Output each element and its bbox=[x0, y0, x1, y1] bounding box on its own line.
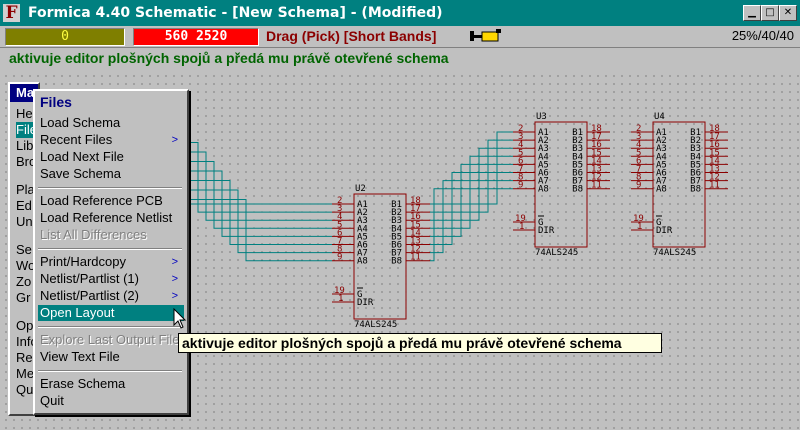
pin-number: 1 bbox=[637, 222, 642, 232]
menu-item-erase-schema[interactable]: Erase Schema bbox=[40, 376, 182, 392]
chip-u3: U374ALS2452 A1 18B13 A2 17B24 A3 16B35 A4 15B46 A… bbox=[513, 112, 610, 258]
zoom-status: 25%/40/40 bbox=[731, 28, 794, 43]
pin-label: B8 bbox=[391, 257, 402, 267]
wire bbox=[185, 199, 332, 262]
wire bbox=[430, 180, 513, 254]
pin-label: B8 bbox=[572, 185, 583, 195]
chip-ref: U4 bbox=[654, 112, 665, 122]
mode-status: Drag (Pick) [Short Bands] bbox=[266, 28, 437, 44]
pin-label: DIR bbox=[357, 298, 374, 308]
pin-label: DIR bbox=[538, 226, 555, 236]
maximize-button[interactable]: □ bbox=[761, 5, 779, 21]
title-bar: F Formica 4.40 Schematic - [New Schema] … bbox=[0, 0, 800, 26]
minimize-button[interactable]: ▁ bbox=[743, 5, 761, 21]
pin-number: 1 bbox=[519, 222, 524, 232]
pin-number: 11 bbox=[410, 253, 421, 263]
menu-item-explore-last-output-file: Explore Last Output File bbox=[40, 332, 180, 347]
menu-item-load-reference-netlist[interactable]: Load Reference Netlist bbox=[40, 210, 182, 226]
chip-u2: U274ALS2452 A1 18B13 A2 17B24 A3 16B35 A4 15B46 A… bbox=[332, 184, 430, 330]
pin-label: A8 bbox=[538, 185, 549, 195]
wire bbox=[185, 132, 332, 205]
wire bbox=[430, 172, 513, 245]
menu-item-load-reference-pcb[interactable]: Load Reference PCB bbox=[40, 193, 182, 209]
chips: U274ALS2452 A1 18B13 A2 17B24 A3 16B35 A4 15B46 A… bbox=[332, 112, 728, 330]
status-toolbar: 0 560 2520 Drag (Pick) [Short Bands] 25%… bbox=[0, 26, 800, 46]
wire bbox=[430, 163, 513, 237]
menu-item-recent-files[interactable]: Recent Files > bbox=[40, 132, 182, 148]
wire bbox=[185, 161, 332, 229]
zero-indicator: 0 bbox=[5, 28, 125, 46]
files-menu-header: Files bbox=[40, 94, 72, 110]
drag-tool-icon[interactable] bbox=[470, 29, 502, 43]
menu-separator bbox=[38, 370, 182, 372]
pin-label: A8 bbox=[656, 185, 667, 195]
menu-separator bbox=[38, 326, 182, 328]
window-title: Formica 4.40 Schematic - [New Schema] - … bbox=[28, 5, 443, 21]
chip-part: 74ALS245 bbox=[354, 320, 397, 330]
wires bbox=[185, 131, 513, 262]
wire bbox=[430, 131, 513, 205]
wire bbox=[185, 151, 332, 221]
files-menu: Files Load Schema Recent Files > Load Nex… bbox=[33, 89, 189, 415]
menu-item-print-hardcopy[interactable]: Print/Hardcopy > bbox=[40, 254, 182, 270]
mouse-pointer-icon bbox=[173, 308, 187, 329]
pin-label: B8 bbox=[690, 185, 701, 195]
pin-number: 9 bbox=[518, 181, 523, 191]
chip-part: 74ALS245 bbox=[653, 248, 696, 258]
wire bbox=[430, 155, 513, 229]
menu-item-netlist-partlist-2[interactable]: Netlist/Partlist (2) > bbox=[40, 288, 182, 304]
chip-u4: U474ALS2452 A1 18B13 A2 17B24 A3 16B35 A4 15B46 A… bbox=[631, 112, 728, 258]
wire bbox=[430, 147, 513, 221]
menu-item-netlist-partlist-1[interactable]: Netlist/Partlist (1) > bbox=[40, 271, 182, 287]
menu-item-list-all-differences: List All Differences bbox=[40, 227, 147, 242]
pin-number: 9 bbox=[636, 181, 641, 191]
wire bbox=[185, 142, 332, 213]
close-button[interactable]: ✕ bbox=[779, 5, 797, 21]
chevron-right-icon: > bbox=[171, 134, 178, 146]
menu-item-save-schema[interactable]: Save Schema bbox=[40, 166, 182, 182]
pin-number: 9 bbox=[337, 253, 342, 263]
menu-item-quit[interactable]: Quit bbox=[40, 393, 182, 409]
chip-ref: U2 bbox=[355, 184, 366, 194]
hint-text: aktivuje editor plošných spojů a předá m… bbox=[9, 50, 449, 66]
menu-item-load-next-file[interactable]: Load Next File bbox=[40, 149, 182, 165]
chip-part: 74ALS245 bbox=[535, 248, 578, 258]
chevron-right-icon: > bbox=[171, 290, 178, 302]
menu-separator bbox=[38, 248, 182, 250]
pin-label: DIR bbox=[656, 226, 673, 236]
pin-number: 11 bbox=[591, 181, 602, 191]
pin-number: 11 bbox=[709, 181, 720, 191]
coordinates-display: 560 2520 bbox=[133, 28, 259, 46]
chevron-right-icon: > bbox=[171, 273, 178, 285]
tooltip: aktivuje editor plošných spojů a předá m… bbox=[178, 333, 662, 353]
app-icon: F bbox=[3, 4, 20, 22]
menu-item-view-text-file[interactable]: View Text File bbox=[40, 349, 182, 365]
pin-number: 1 bbox=[338, 294, 343, 304]
chevron-right-icon: > bbox=[171, 256, 178, 268]
wire bbox=[430, 188, 513, 262]
menu-item-open-layout[interactable]: Open Layout bbox=[38, 305, 184, 321]
wire bbox=[430, 139, 513, 213]
menu-item-load-schema[interactable]: Load Schema bbox=[40, 115, 182, 131]
pin-label: A8 bbox=[357, 257, 368, 267]
menu-separator bbox=[38, 187, 182, 189]
chip-ref: U3 bbox=[536, 112, 547, 122]
hint-bar: aktivuje editor plošných spojů a předá m… bbox=[0, 47, 800, 71]
